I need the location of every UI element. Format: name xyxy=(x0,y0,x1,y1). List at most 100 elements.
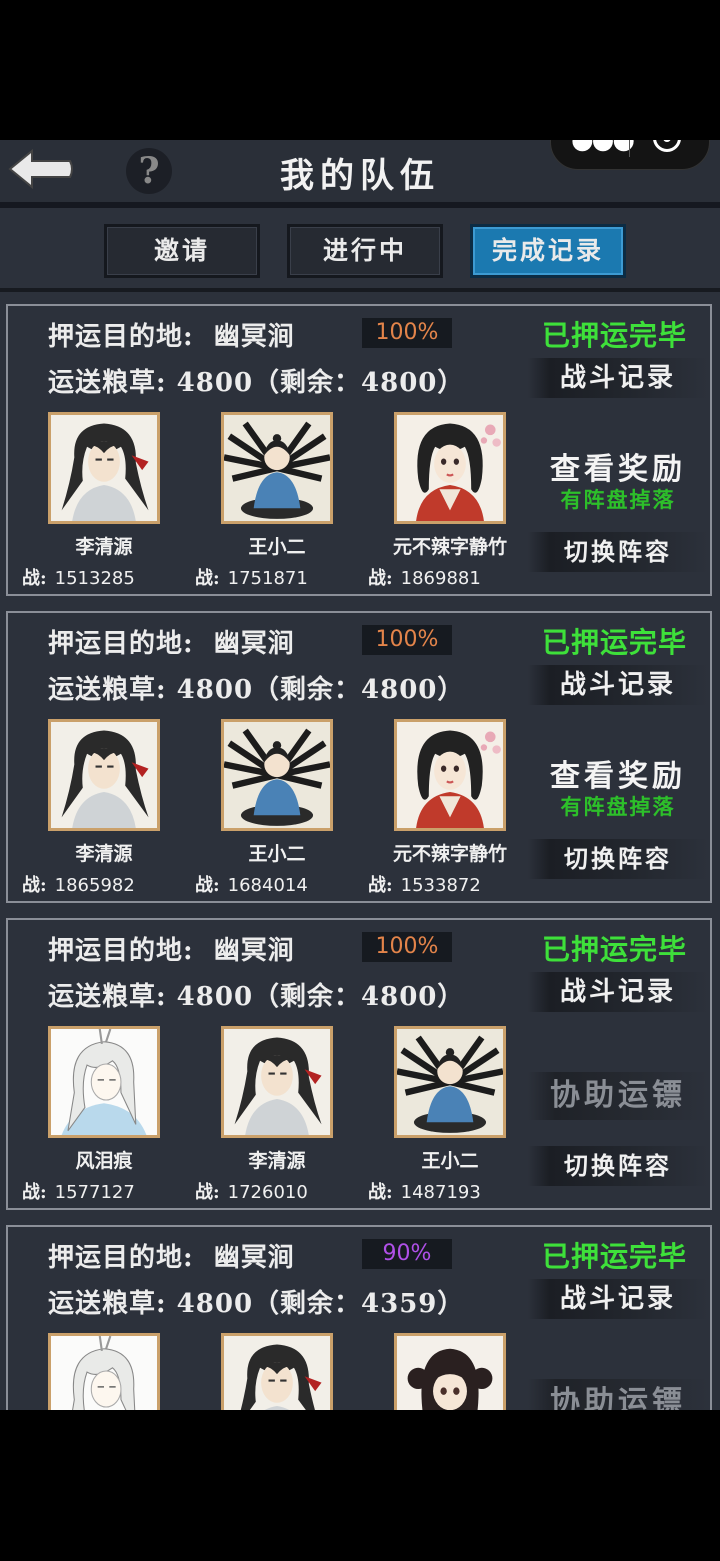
lady-portrait[interactable] xyxy=(394,719,506,831)
destination-label: 押运目的地: xyxy=(48,629,194,659)
cargo-label: 运送粮草: xyxy=(48,1289,167,1319)
tab-invite[interactable]: 邀请 xyxy=(104,224,260,278)
power-label: 战: xyxy=(195,1182,220,1203)
meditating-boy-portrait[interactable] xyxy=(394,1026,506,1138)
member-power: 战: 1577127 xyxy=(22,1178,192,1204)
swordsman-portrait[interactable] xyxy=(221,1026,333,1138)
destination-value: 幽冥涧 xyxy=(213,322,295,352)
more-dots-icon[interactable]: ●●● xyxy=(571,140,635,153)
cargo-value: 4800（剩余：4800） xyxy=(176,675,465,705)
target-icon[interactable] xyxy=(653,140,681,152)
cargo-text: 运送粮草: 4800（剩余：4800） xyxy=(48,669,464,706)
swordsman-portrait[interactable] xyxy=(221,1333,333,1410)
power-label: 战: xyxy=(22,1182,47,1203)
destination-label: 押运目的地: xyxy=(48,1243,194,1273)
power-value: 1513285 xyxy=(54,568,135,589)
escort-record-card: 押运目的地: 幽冥涧 100% 已押运完毕运送粮草: 4800（剩余：4800） 战斗… xyxy=(6,304,712,596)
destination-label: 押运目的地: xyxy=(48,936,194,966)
tab-completed-records[interactable]: 完成记录 xyxy=(470,224,626,278)
member-name: 李清源 xyxy=(75,536,133,558)
switch-lineup-button[interactable]: 切换阵容 xyxy=(528,532,708,572)
member-power: 战: 1869881 xyxy=(368,564,538,590)
power-label: 战: xyxy=(22,568,47,589)
power-value: 1751871 xyxy=(227,568,308,589)
battle-record-button[interactable]: 战斗记录 xyxy=(528,665,708,705)
swordsman-portrait[interactable] xyxy=(48,412,160,524)
top-bar: ? 我的队伍 ●●● xyxy=(0,140,720,208)
member-name: 王小二 xyxy=(248,536,306,558)
status-label: 已押运完毕 xyxy=(542,626,688,659)
meditating-boy-portrait[interactable] xyxy=(221,412,333,524)
view-reward-label: 查看奖励 xyxy=(550,759,686,794)
cargo-text: 运送粮草: 4800（剩余：4800） xyxy=(48,362,464,399)
switch-lineup-button[interactable]: 切换阵容 xyxy=(528,839,708,879)
cargo-value: 4800（剩余：4800） xyxy=(176,368,465,398)
power-value: 1533872 xyxy=(400,875,481,896)
destination-text: 押运目的地: 幽冥涧 xyxy=(48,930,295,967)
member-name: 元不辣字静竹 xyxy=(392,843,507,865)
member-name: 李清源 xyxy=(75,843,133,865)
power-label: 战: xyxy=(368,1182,393,1203)
cargo-label: 运送粮草: xyxy=(48,982,167,1012)
white-hair-portrait[interactable] xyxy=(48,1333,160,1410)
destination-value: 幽冥涧 xyxy=(213,629,295,659)
view-reward-button[interactable]: 查看奖励 有阵盘掉落 xyxy=(528,452,708,512)
cargo-label: 运送粮草: xyxy=(48,675,167,705)
white-hair-portrait[interactable] xyxy=(48,1026,160,1138)
reward-note: 有阵盘掉落 xyxy=(560,487,676,512)
member-name: 王小二 xyxy=(248,843,306,865)
power-label: 战: xyxy=(195,568,220,589)
status-label: 已押运完毕 xyxy=(542,1240,688,1273)
tabs-divider xyxy=(0,288,720,292)
assist-escort-button[interactable]: 协助运镖 xyxy=(528,1379,708,1410)
destination-text: 押运目的地: 幽冥涧 xyxy=(48,623,295,660)
cargo-value: 4800（剩余：4800） xyxy=(176,982,465,1012)
swordsman-portrait[interactable] xyxy=(48,719,160,831)
assist-escort-button[interactable]: 协助运镖 xyxy=(528,1072,708,1120)
game-screen: ? 我的队伍 ●●● 邀请 进行中 完成记录 押运目的地: 幽冥涧 100% 已押运… xyxy=(0,140,720,1410)
destination-label: 押运目的地: xyxy=(48,322,194,352)
capsule-divider xyxy=(629,140,630,157)
escort-record-card: 押运目的地: 幽冥涧 100% 已押运完毕 运送粮草: 4800（剩余：4800） 战斗… xyxy=(6,611,712,903)
member-name: 李清源 xyxy=(248,1150,306,1172)
battle-record-button[interactable]: 战斗记录 xyxy=(528,1279,708,1319)
power-value: 1577127 xyxy=(54,1182,135,1203)
bun-girl-portrait[interactable] xyxy=(394,1333,506,1410)
tab-in-progress[interactable]: 进行中 xyxy=(287,224,443,278)
view-reward-label: 查看奖励 xyxy=(550,452,686,487)
switch-lineup-button[interactable]: 切换阵容 xyxy=(528,1146,708,1186)
tab-bar: 邀请 进行中 完成记录 xyxy=(0,224,720,278)
lady-portrait[interactable] xyxy=(394,412,506,524)
destination-text: 押运目的地: 幽冥涧 xyxy=(48,1237,295,1274)
progress-badge: 100% xyxy=(362,932,452,962)
destination-value: 幽冥涧 xyxy=(213,936,295,966)
battle-record-button[interactable]: 战斗记录 xyxy=(528,358,708,398)
cargo-value: 4800（剩余：4359） xyxy=(176,1289,465,1319)
battle-record-button[interactable]: 战斗记录 xyxy=(528,972,708,1012)
member-power: 战: 1513285 xyxy=(22,564,192,590)
status-label: 已押运完毕 xyxy=(542,319,688,352)
destination-value: 幽冥涧 xyxy=(213,1243,295,1273)
progress-badge: 90% xyxy=(362,1239,452,1269)
reward-note: 有阵盘掉落 xyxy=(560,794,676,819)
progress-badge: 100% xyxy=(362,318,452,348)
member-name: 风泪痕 xyxy=(75,1150,133,1172)
member-name: 王小二 xyxy=(421,1150,479,1172)
destination-text: 押运目的地: 幽冥涧 xyxy=(48,316,295,353)
status-label: 已押运完毕 xyxy=(542,933,688,966)
member-power: 战: 1865982 xyxy=(22,871,192,897)
meditating-boy-portrait[interactable] xyxy=(221,719,333,831)
power-value: 1865982 xyxy=(54,875,135,896)
member-power: 战: 1684014 xyxy=(195,871,365,897)
member-power: 战: 1751871 xyxy=(195,564,365,590)
power-label: 战: xyxy=(368,875,393,896)
power-label: 战: xyxy=(195,875,220,896)
bottom-area xyxy=(0,1410,720,1561)
view-reward-button[interactable]: 查看奖励 有阵盘掉落 xyxy=(528,759,708,819)
member-power: 战: 1487193 xyxy=(368,1178,538,1204)
power-value: 1869881 xyxy=(400,568,481,589)
escort-record-card: 押运目的地: 幽冥涧 90% 已押运完毕运送粮草: 4800（剩余：4359） 战斗记… xyxy=(6,1225,712,1410)
power-label: 战: xyxy=(368,568,393,589)
member-name: 元不辣字静竹 xyxy=(392,536,507,558)
member-power: 战: 1533872 xyxy=(368,871,538,897)
